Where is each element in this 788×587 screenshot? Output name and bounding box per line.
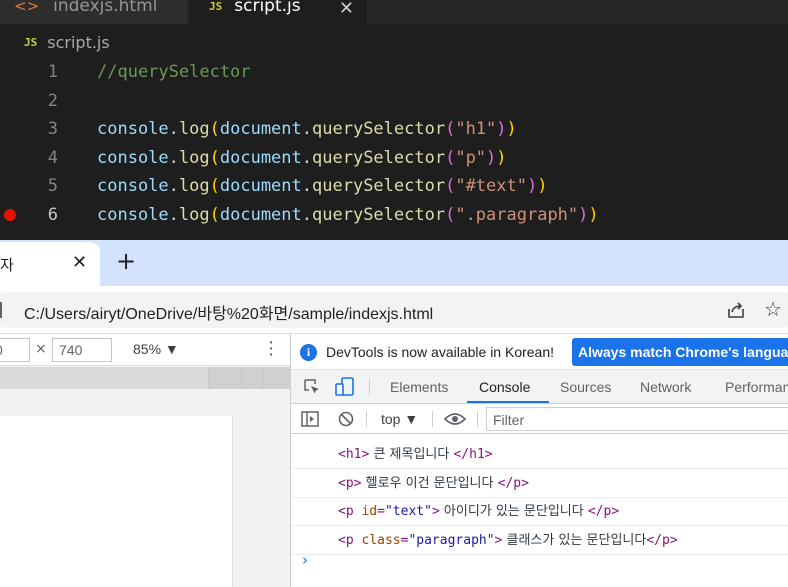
tab-network[interactable]: Network [640,379,691,395]
line-number: 3 [47,119,58,139]
context-select[interactable]: top ▼ [381,411,418,427]
close-icon[interactable]: ✕ [72,252,87,273]
tab-performance[interactable]: Performance [725,379,788,395]
code-text: console.log(document.querySelector("p")) [97,148,507,168]
line-number: 6 [47,205,58,225]
js-file-icon: JS [209,0,223,13]
match-language-button[interactable]: Always match Chrome's language [572,338,788,366]
code-comment: //querySelector [97,62,251,82]
code-line[interactable]: 3 console.log(document.querySelector("h1… [0,115,788,143]
code-text: console.log(document.querySelector(".par… [97,205,599,225]
code-line[interactable]: 1 //querySelector [0,58,788,86]
editor-tab-script-js[interactable]: JS script.js ✕ [189,0,367,24]
page-viewport: 0 × 740 85% ▼ ⋮ [0,334,290,587]
console-sidebar-icon[interactable] [301,411,319,427]
code-line[interactable]: 4 console.log(document.querySelector("p"… [0,144,788,172]
console-log-entry[interactable]: <p id="text"> 아이디가 있는 문단입니다 </p> [291,497,788,526]
more-options-icon[interactable]: ⋮ [262,338,280,359]
line-number: 2 [47,91,58,111]
address-input[interactable]: C:/Users/airyt/OneDrive/바탕%20화면/sample/i… [24,300,433,324]
clear-console-icon[interactable] [338,411,354,427]
active-tab-indicator [467,401,549,403]
rendered-page [0,416,233,587]
editor-tab-indexjs-html[interactable]: <> indexjs.html [0,0,188,24]
breadcrumb-file[interactable]: script.js [47,33,109,52]
console-log-entry[interactable]: <h1> 큰 제목입니다 </h1> [291,440,788,469]
breadcrumb[interactable]: JS script.js [0,24,788,60]
code-text: console.log(document.querySelector("#tex… [97,176,548,196]
info-icon: i [300,344,317,361]
line-number: 4 [47,148,58,168]
js-file-icon: JS [24,35,38,49]
browser-tab[interactable]: 자 ✕ [0,242,100,286]
editor-tab-bar: <> indexjs.html JS script.js ✕ [0,0,788,24]
devtools-language-banner: i DevTools is now available in Korean! A… [291,334,788,370]
console-toolbar: top ▼ Filter [291,404,788,434]
inspect-element-icon[interactable] [303,378,321,396]
tab-console[interactable]: Console [479,379,530,395]
editor-tab-label: script.js [234,0,301,16]
line-number: 5 [47,176,58,196]
editor-tab-label: indexjs.html [53,0,158,16]
media-query-ruler [0,367,290,389]
viewport-width-input[interactable]: 0 [0,338,30,362]
browser-tab-title: 자 [0,256,14,274]
tab-sources[interactable]: Sources [560,379,611,395]
line-number: 1 [47,62,58,82]
console-filter-input[interactable]: Filter [486,407,788,431]
html-file-icon: <> [14,0,40,15]
console-log-entry[interactable]: <p class="paragraph"> 클래스가 있는 문단입니다</p> [291,526,788,555]
browser-window: 자 ✕ + C:/Users/airyt/OneDrive/바탕%20화면/sa… [0,234,788,587]
devtools-tab-bar: Elements Console Sources Network Perform… [291,370,788,404]
browser-tab-strip: 자 ✕ + [0,234,788,286]
page-info-icon[interactable] [0,302,2,318]
code-line[interactable]: 5 console.log(document.querySelector("#t… [0,172,788,200]
eye-icon[interactable] [444,412,466,426]
code-line[interactable]: 2 [0,87,788,115]
bookmark-star-icon[interactable]: ☆ [764,297,782,321]
console-prompt[interactable]: › [302,551,308,569]
devtools-panel: i DevTools is now available in Korean! A… [290,334,788,587]
address-bar-row: C:/Users/airyt/OneDrive/바탕%20화면/sample/i… [0,286,788,334]
code-line[interactable]: 6 console.log(document.querySelector(".p… [0,201,788,229]
zoom-select[interactable]: 85% ▼ [133,341,179,357]
share-icon[interactable] [726,300,746,320]
code-text: console.log(document.querySelector("h1")… [97,119,517,139]
tab-elements[interactable]: Elements [390,379,448,395]
code-editor: <> indexjs.html JS script.js ✕ JS script… [0,0,788,234]
new-tab-icon[interactable]: + [116,247,136,275]
console-log-entry[interactable]: <p> 헬로우 이건 문단입니다 </p> [291,469,788,498]
dimension-separator: × [35,341,47,357]
close-icon[interactable]: ✕ [339,0,354,19]
banner-text: DevTools is now available in Korean! [326,344,555,360]
device-toggle-icon[interactable] [335,377,355,397]
device-toolbar: 0 × 740 85% ▼ ⋮ [0,334,290,366]
viewport-height-input[interactable]: 740 [52,338,112,362]
